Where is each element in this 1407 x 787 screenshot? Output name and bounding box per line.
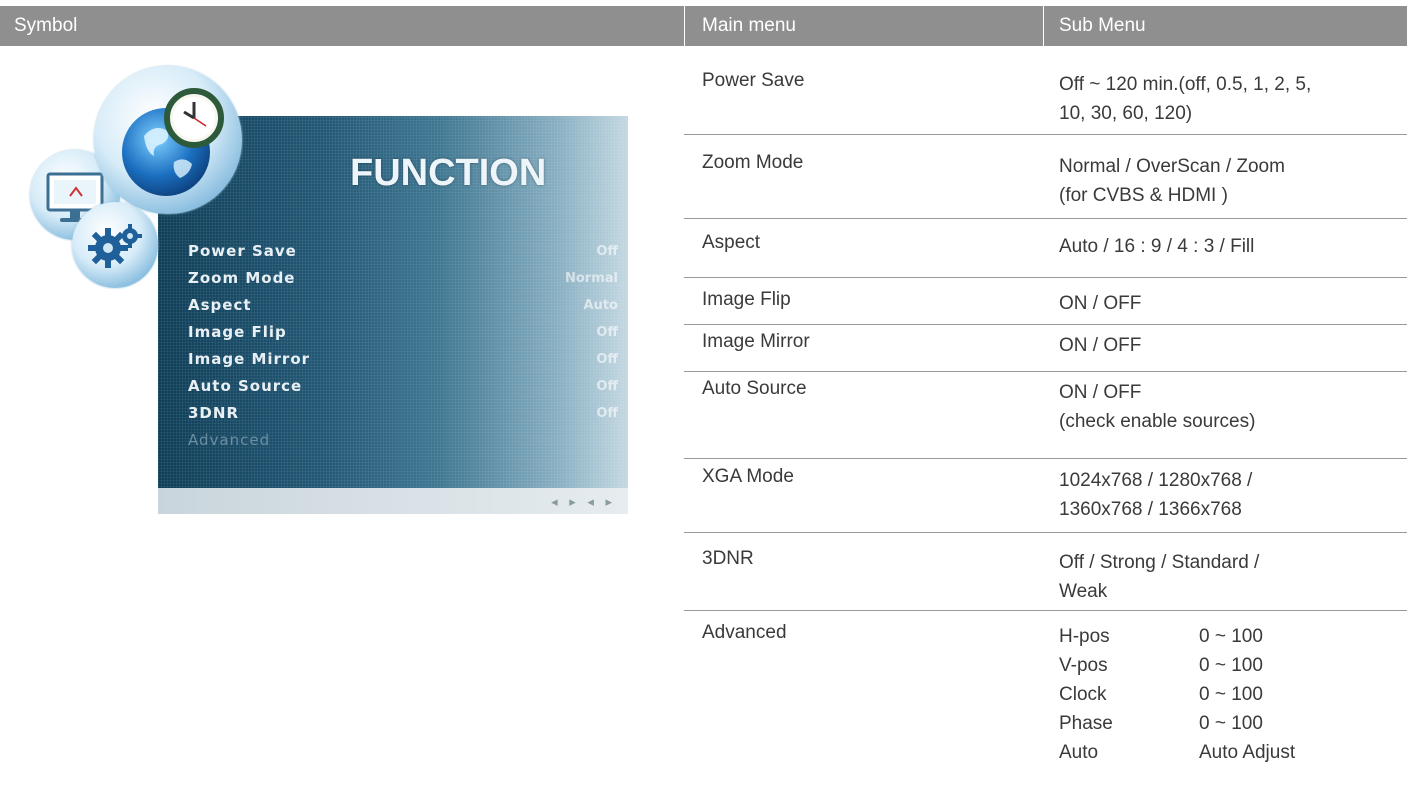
osd-footer-bar: ◂ ▸ ◂ ▸	[158, 488, 628, 514]
advanced-item-range: 0 ~ 100	[1199, 626, 1263, 647]
advanced-sub-menu: H-pos 0 ~ 100 V-pos 0 ~ 100 Clock 0 ~ 10…	[1059, 622, 1399, 767]
advanced-item: Phase 0 ~ 100	[1059, 709, 1399, 738]
advanced-item: H-pos 0 ~ 100	[1059, 622, 1399, 651]
gear-icon	[72, 202, 158, 288]
sub-menu-line: ON / OFF	[1059, 335, 1142, 356]
osd-item: Image Flip	[188, 323, 287, 341]
advanced-item-name: Phase	[1059, 713, 1113, 734]
sub-menu-line: ON / OFF	[1059, 382, 1142, 403]
osd-title: FUNCTION	[350, 152, 547, 194]
advanced-item-range: 0 ~ 100	[1199, 655, 1263, 676]
advanced-item-name: Clock	[1059, 684, 1107, 705]
osd-item: 3DNR	[188, 404, 239, 422]
sub-menu-line: Off ~ 120 min.(off, 0.5, 1, 2, 5,	[1059, 74, 1312, 95]
osd-value: Off	[596, 352, 618, 367]
table-row: Auto Source ON / OFF (check enable sourc…	[684, 378, 1407, 459]
row-divider	[684, 458, 1407, 459]
osd-item: Auto Source	[188, 377, 303, 395]
header-divider	[684, 6, 685, 46]
sub-menu-line: 10, 30, 60, 120)	[1059, 103, 1193, 124]
table-header: Symbol Main menu Sub Menu	[0, 6, 1407, 46]
row-divider	[684, 610, 1407, 611]
main-menu-cell: Image Mirror	[702, 331, 810, 352]
main-menu-cell: Image Flip	[702, 289, 791, 310]
osd-value: Auto	[583, 298, 618, 313]
osd-value: Off	[596, 325, 618, 340]
osd-function-image: FUNCTION Power Save Zoom Mode Aspect Ima…	[18, 66, 630, 516]
sub-menu-line: (for CVBS & HDMI )	[1059, 185, 1228, 206]
table-row: Image Mirror ON / OFF	[684, 331, 1407, 372]
advanced-item-range: 0 ~ 100	[1199, 684, 1263, 705]
sub-menu-line: ON / OFF	[1059, 293, 1142, 314]
row-divider	[684, 134, 1407, 135]
table-row: Zoom Mode Normal / OverScan / Zoom (for …	[684, 152, 1407, 219]
sub-menu-cell: ON / OFF (check enable sources)	[1059, 378, 1399, 436]
main-menu-cell: XGA Mode	[702, 466, 794, 487]
header-main-menu: Main menu	[702, 15, 796, 36]
main-menu-cell: Advanced	[702, 622, 787, 643]
sub-menu-line: Normal / OverScan / Zoom	[1059, 156, 1285, 177]
row-divider	[684, 371, 1407, 372]
main-menu-cell: Aspect	[702, 232, 761, 253]
header-symbol: Symbol	[14, 15, 78, 36]
table-row: XGA Mode 1024x768 / 1280x768 / 1360x768 …	[684, 466, 1407, 533]
osd-value: Off	[596, 379, 618, 394]
advanced-item: Clock 0 ~ 100	[1059, 680, 1399, 709]
osd-value: Off	[596, 244, 618, 259]
advanced-item: Auto Auto Adjust	[1059, 738, 1399, 767]
advanced-item-name: H-pos	[1059, 626, 1110, 647]
advanced-item-range: Auto Adjust	[1199, 742, 1296, 763]
main-menu-cell: 3DNR	[702, 548, 754, 569]
sub-menu-line: Weak	[1059, 581, 1108, 602]
osd-value: Off	[596, 406, 618, 421]
table-row: Power Save Off ~ 120 min.(off, 0.5, 1, 2…	[684, 70, 1407, 135]
sub-menu-cell: Normal / OverScan / Zoom (for CVBS & HDM…	[1059, 152, 1399, 210]
osd-item: Zoom Mode	[188, 269, 296, 287]
main-menu-cell: Auto Source	[702, 378, 807, 399]
advanced-item-range: 0 ~ 100	[1199, 713, 1263, 734]
osd-item: Power Save	[188, 242, 297, 260]
main-menu-cell: Zoom Mode	[702, 152, 804, 173]
row-divider	[684, 324, 1407, 325]
sub-menu-cell: Auto / 16 : 9 / 4 : 3 / Fill	[1059, 232, 1399, 261]
sub-menu-line: Auto / 16 : 9 / 4 : 3 / Fill	[1059, 236, 1255, 257]
table-row: Image Flip ON / OFF	[684, 289, 1407, 325]
main-menu-cell: Power Save	[702, 70, 805, 91]
sub-menu-line: (check enable sources)	[1059, 411, 1256, 432]
row-divider	[684, 532, 1407, 533]
advanced-item-name: Auto	[1059, 742, 1099, 763]
header-sub-menu: Sub Menu	[1059, 15, 1146, 36]
osd-item: Image Mirror	[188, 350, 311, 368]
table-row: Aspect Auto / 16 : 9 / 4 : 3 / Fill	[684, 232, 1407, 278]
header-divider	[1043, 6, 1044, 46]
sub-menu-cell: Off / Strong / Standard / Weak	[1059, 548, 1399, 606]
table-row: Advanced H-pos 0 ~ 100 V-pos 0 ~ 100 Clo…	[684, 622, 1407, 782]
osd-value: Normal	[565, 271, 618, 286]
osd-nav-icons: ◂ ▸ ◂ ▸	[551, 494, 616, 509]
sub-menu-cell: Off ~ 120 min.(off, 0.5, 1, 2, 5, 10, 30…	[1059, 70, 1399, 128]
advanced-item-name: V-pos	[1059, 655, 1108, 676]
sub-menu-cell: ON / OFF	[1059, 289, 1399, 318]
osd-item: Advanced	[188, 431, 271, 449]
row-divider	[684, 277, 1407, 278]
sub-menu-line: 1360x768 / 1366x768	[1059, 499, 1242, 520]
advanced-item: V-pos 0 ~ 100	[1059, 651, 1399, 680]
osd-item: Aspect	[188, 296, 252, 314]
sub-menu-cell: ON / OFF	[1059, 331, 1399, 360]
globe-clock-icon	[94, 66, 242, 214]
row-divider	[684, 218, 1407, 219]
sub-menu-cell: 1024x768 / 1280x768 / 1360x768 / 1366x76…	[1059, 466, 1399, 524]
sub-menu-line: 1024x768 / 1280x768 /	[1059, 470, 1253, 491]
table-row: 3DNR Off / Strong / Standard / Weak	[684, 548, 1407, 611]
sub-menu-line: Off / Strong / Standard /	[1059, 552, 1260, 573]
